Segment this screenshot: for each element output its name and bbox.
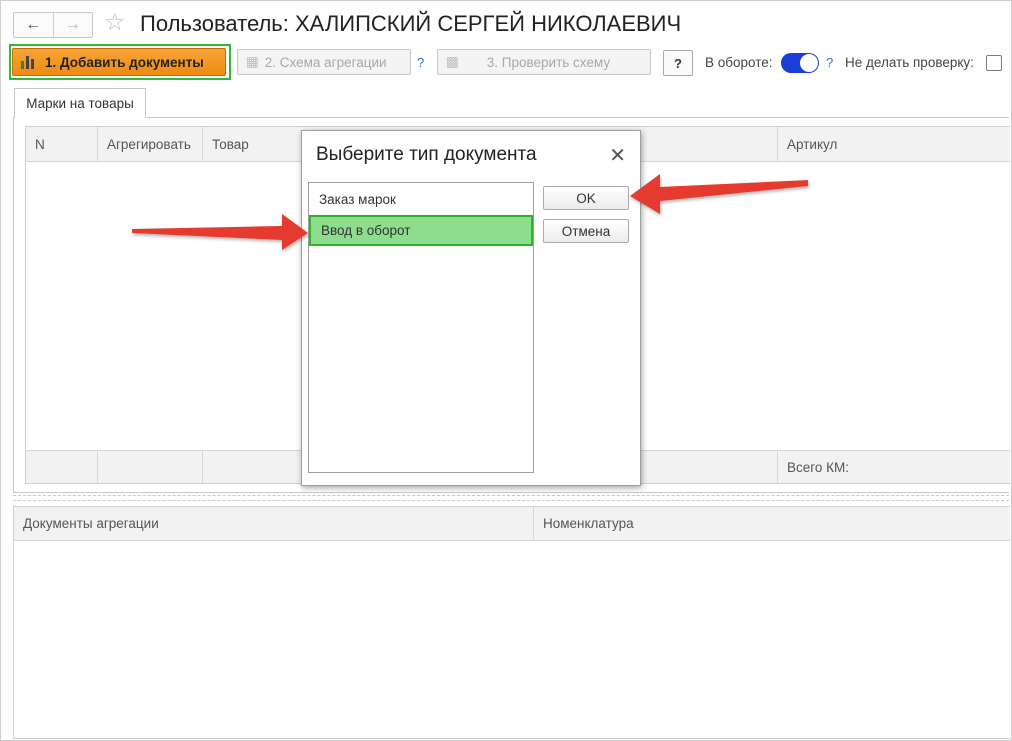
annotation-arrows — [132, 174, 808, 250]
arrow-to-ok-button — [630, 174, 808, 214]
arrow-to-list-item — [132, 214, 308, 250]
